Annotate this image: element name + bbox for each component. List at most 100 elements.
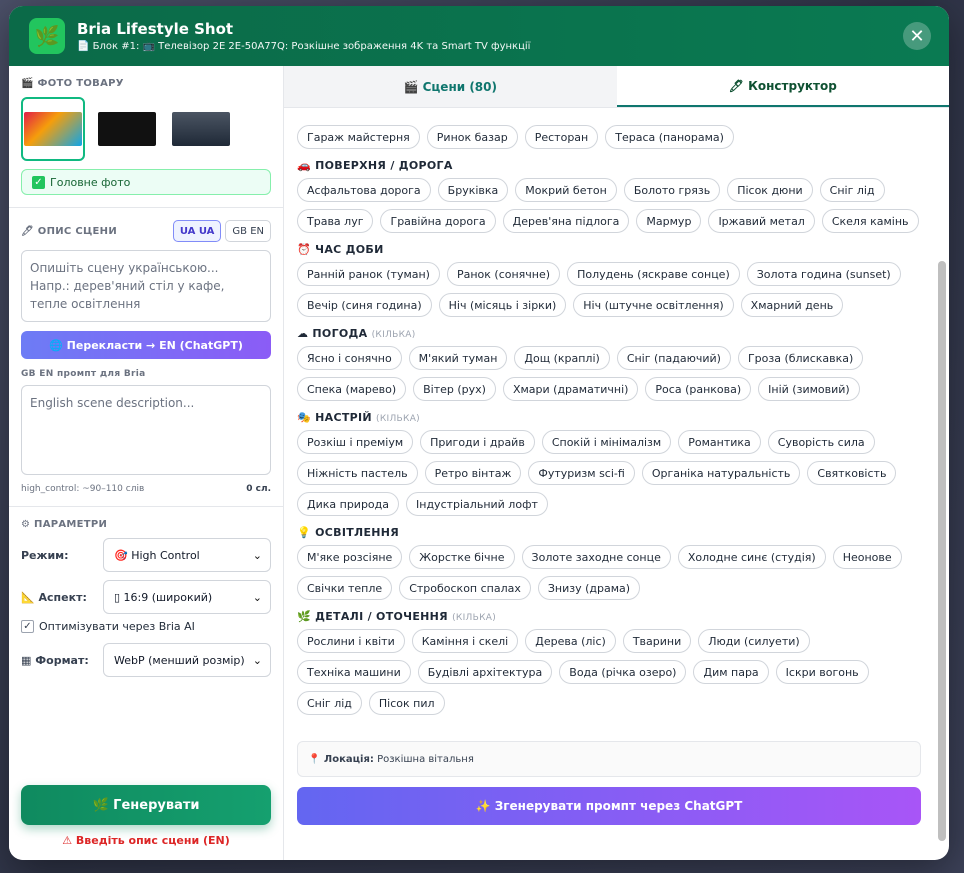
option-chip[interactable]: Будівлі архітектура: [417, 660, 553, 684]
option-chip[interactable]: Вечір (синя година): [297, 293, 432, 317]
option-chip[interactable]: Ясно і сонячно: [297, 346, 402, 370]
option-chip[interactable]: Дика природа: [297, 492, 400, 516]
option-chip[interactable]: Жорстке бічне: [409, 545, 515, 569]
main-photo-label: Головне фото: [50, 175, 131, 189]
option-chip[interactable]: Дим пара: [693, 660, 769, 684]
option-chip[interactable]: Знизу (драма): [537, 576, 641, 600]
option-chip[interactable]: Пісок дюни: [727, 178, 813, 202]
option-chip[interactable]: Ніч (штучне освітлення): [573, 293, 734, 317]
group-title: ⏰ ЧАС ДОБИ: [297, 243, 921, 256]
option-chip[interactable]: Золоте заходне сонце: [521, 545, 671, 569]
format-value: WebP (менший розмір): [114, 653, 245, 667]
option-chip[interactable]: Суворість сила: [767, 430, 875, 454]
option-chip[interactable]: Асфальтова дорога: [297, 178, 431, 202]
translate-button[interactable]: 🌐 Перекласти → EN (ChatGPT): [21, 331, 271, 359]
group-title-text: 🌿 ДЕТАЛІ / ОТОЧЕННЯ: [297, 610, 448, 623]
option-chip[interactable]: Болото грязь: [623, 178, 721, 202]
lang-ua-button[interactable]: UA UA: [172, 220, 222, 242]
option-chip[interactable]: Ринок базар: [426, 125, 518, 149]
option-chip[interactable]: Трава луг: [297, 209, 374, 233]
option-chip[interactable]: Стробоскоп спалах: [399, 576, 531, 600]
option-chip[interactable]: Гроза (блискавка): [737, 346, 864, 370]
option-chip[interactable]: Каміння і скелі: [411, 629, 519, 653]
option-chip[interactable]: Золота година (sunset): [746, 262, 901, 286]
optimize-checkbox[interactable]: ✓: [21, 620, 34, 633]
option-chip[interactable]: Мокрий бетон: [515, 178, 617, 202]
thumbnail-main[interactable]: [21, 97, 85, 161]
option-chip[interactable]: Органіка натуральність: [641, 461, 801, 485]
option-chip[interactable]: Спокій і мінімалізм: [541, 430, 672, 454]
option-chip[interactable]: Сніг лід: [819, 178, 885, 202]
option-chip[interactable]: Техніка машини: [297, 660, 411, 684]
format-select[interactable]: WebP (менший розмір) ⌄: [103, 643, 271, 677]
option-chip[interactable]: М'який туман: [408, 346, 508, 370]
option-chip[interactable]: Дерев'яна підлога: [502, 209, 630, 233]
option-chip[interactable]: Спека (марево): [297, 377, 407, 401]
aspect-select[interactable]: ▯ 16:9 (широкий) ⌄: [103, 580, 271, 614]
tab-constructor[interactable]: 🖊 Конструктор: [616, 66, 949, 107]
mode-select[interactable]: 🎯 High Control ⌄: [103, 538, 271, 572]
modal-subtitle: 📄 Блок #1: 📺 Телевізор 2E 2E-50A77Q: Роз…: [77, 41, 531, 52]
chatgpt-generate-button[interactable]: ✨ Згенерувати промпт через ChatGPT: [297, 787, 921, 825]
scene-en-input[interactable]: [21, 385, 271, 475]
option-chip[interactable]: Пісок пил: [368, 691, 445, 715]
option-chip[interactable]: Скеля камінь: [821, 209, 919, 233]
option-chip[interactable]: Свічки тепле: [297, 576, 393, 600]
option-chip[interactable]: Іній (зимовий): [758, 377, 860, 401]
option-chip[interactable]: Дерева (ліс): [525, 629, 616, 653]
lifestyle-modal: 🌿 Bria Lifestyle Shot 📄 Блок #1: 📺 Телев…: [9, 6, 949, 860]
option-chip[interactable]: Ніжність пастель: [297, 461, 418, 485]
scrollbar[interactable]: [938, 115, 946, 848]
scroll-thumb[interactable]: [938, 261, 946, 841]
option-chip[interactable]: Футуризм sci-fi: [528, 461, 635, 485]
option-chip[interactable]: Пригоди і драйв: [420, 430, 535, 454]
option-chip[interactable]: Гараж майстерня: [297, 125, 420, 149]
thumbnail-3[interactable]: [169, 97, 233, 161]
option-chip[interactable]: Полудень (яскраве сонце): [567, 262, 740, 286]
group-title-text: 🚗 ПОВЕРХНЯ / ДОРОГА: [297, 159, 453, 172]
location-label: 📍 Локація:: [308, 753, 374, 765]
thumbnail-2[interactable]: [95, 97, 159, 161]
chip-list: М'яке розсіяне Жорстке бічне Золоте заходн…: [297, 545, 921, 600]
option-chip[interactable]: Вітер (рух): [413, 377, 496, 401]
scene-ua-input[interactable]: [21, 250, 271, 322]
option-chip[interactable]: Мармур: [636, 209, 702, 233]
option-chip[interactable]: Рослини і квіти: [297, 629, 405, 653]
tab-scenes[interactable]: 🎬 Сцени (80): [284, 66, 617, 107]
generate-button[interactable]: 🌿 Генерувати: [21, 785, 271, 825]
option-chip[interactable]: Вода (річка озеро): [559, 660, 687, 684]
word-count: 0 сл.: [246, 484, 271, 494]
option-chip[interactable]: Роса (ранкова): [645, 377, 752, 401]
option-chip[interactable]: Неонове: [832, 545, 902, 569]
option-chip[interactable]: Гравійна дорога: [380, 209, 496, 233]
lang-en-button[interactable]: GB EN: [225, 220, 271, 242]
option-chip[interactable]: Хмари (драматичні): [502, 377, 639, 401]
option-chip[interactable]: Романтика: [678, 430, 761, 454]
option-chip[interactable]: Дощ (краплі): [514, 346, 610, 370]
option-chip[interactable]: Ресторан: [524, 125, 599, 149]
option-chip[interactable]: Святковість: [807, 461, 897, 485]
option-chip[interactable]: Бруківка: [437, 178, 509, 202]
leaf-logo-icon: 🌿: [29, 18, 65, 54]
option-chip[interactable]: Тварини: [622, 629, 692, 653]
option-chip[interactable]: Іскри вогонь: [775, 660, 869, 684]
option-chip[interactable]: Хмарний день: [740, 293, 844, 317]
option-chip[interactable]: Ретро вінтаж: [424, 461, 522, 485]
option-chip[interactable]: Індустріальний лофт: [406, 492, 548, 516]
optimize-row[interactable]: ✓ Оптимізувати через Bria AI: [21, 620, 271, 633]
option-chip[interactable]: Сніг (падаючий): [616, 346, 731, 370]
option-chip[interactable]: Люди (силуети): [698, 629, 810, 653]
option-chip[interactable]: Ранній ранок (туман): [297, 262, 440, 286]
option-chip[interactable]: Іржавий метал: [708, 209, 815, 233]
option-chip[interactable]: Ранок (сонячне): [446, 262, 561, 286]
option-chip[interactable]: М'яке розсіяне: [297, 545, 403, 569]
close-icon[interactable]: ✕: [903, 22, 931, 50]
option-chip[interactable]: Тераса (панорама): [605, 125, 734, 149]
option-chip[interactable]: Ніч (місяць і зірки): [438, 293, 567, 317]
option-chip[interactable]: Холодне синє (студія): [677, 545, 826, 569]
modal-header: 🌿 Bria Lifestyle Shot 📄 Блок #1: 📺 Телев…: [9, 6, 949, 66]
option-chip[interactable]: Розкіш і преміум: [297, 430, 414, 454]
option-chip[interactable]: Сніг лід: [297, 691, 362, 715]
mode-value: 🎯 High Control: [114, 548, 200, 562]
mode-label: Режим:: [21, 548, 69, 562]
